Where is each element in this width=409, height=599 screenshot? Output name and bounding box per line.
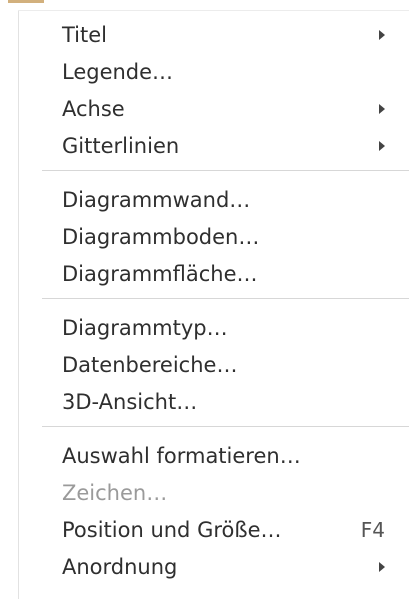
top-accent-bar [8, 0, 44, 3]
shortcut-key: F4 [360, 518, 385, 542]
menu-item-diagrammflaeche[interactable]: Diagrammfläche… [18, 255, 409, 293]
submenu-arrow-icon [379, 562, 385, 572]
menu-item-label: Diagrammboden… [62, 224, 260, 249]
submenu-arrow-icon [379, 30, 385, 40]
menu-item-label: Legende… [62, 59, 174, 84]
menu-item-anordnung[interactable]: Anordnung [18, 548, 409, 586]
menu-separator [42, 298, 409, 299]
menu-item-3d-ansicht[interactable]: 3D-Ansicht… [18, 383, 409, 421]
menu-item-label: Diagrammwand… [62, 187, 251, 212]
submenu-arrow-icon [379, 141, 385, 151]
menu-item-auswahl-formatieren[interactable]: Auswahl formatieren… [18, 437, 409, 475]
menu-item-label: Zeichen… [62, 480, 168, 505]
menu-top-border [18, 10, 409, 11]
menu-item-label: Titel [62, 22, 108, 47]
menu-item-diagrammwand[interactable]: Diagrammwand… [18, 181, 409, 219]
menu-item-label: Auswahl formatieren… [62, 443, 301, 468]
menu-item-label: Achse [62, 96, 125, 121]
menu-item-datenbereiche[interactable]: Datenbereiche… [18, 346, 409, 384]
menu-item-diagrammtyp[interactable]: Diagrammtyp… [18, 309, 409, 347]
menu-item-label: Gitterlinien [62, 133, 180, 158]
menu-item-label: Diagrammtyp… [62, 315, 228, 340]
menu-item-achse[interactable]: Achse [18, 90, 409, 128]
context-menu: Titel Legende… Achse Gitterlinien Diagra… [18, 10, 409, 599]
menu-item-label: Position und Größe… [62, 517, 282, 542]
menu-item-label: Datenbereiche… [62, 352, 238, 377]
menu-item-label: Diagrammfläche… [62, 261, 258, 286]
menu-item-titel[interactable]: Titel [18, 16, 409, 54]
menu-item-gitterlinien[interactable]: Gitterlinien [18, 127, 409, 165]
menu-item-position-und-groesse[interactable]: Position und Größe… F4 [18, 511, 409, 549]
menu-item-diagrammboden[interactable]: Diagrammboden… [18, 218, 409, 256]
menu-item-legende[interactable]: Legende… [18, 53, 409, 91]
submenu-arrow-icon [379, 104, 385, 114]
menu-separator [42, 170, 409, 171]
menu-separator [42, 426, 409, 427]
menu-item-label: Anordnung [62, 554, 178, 579]
menu-item-label: 3D-Ansicht… [62, 389, 198, 414]
menu-item-zeichen: Zeichen… [18, 474, 409, 512]
